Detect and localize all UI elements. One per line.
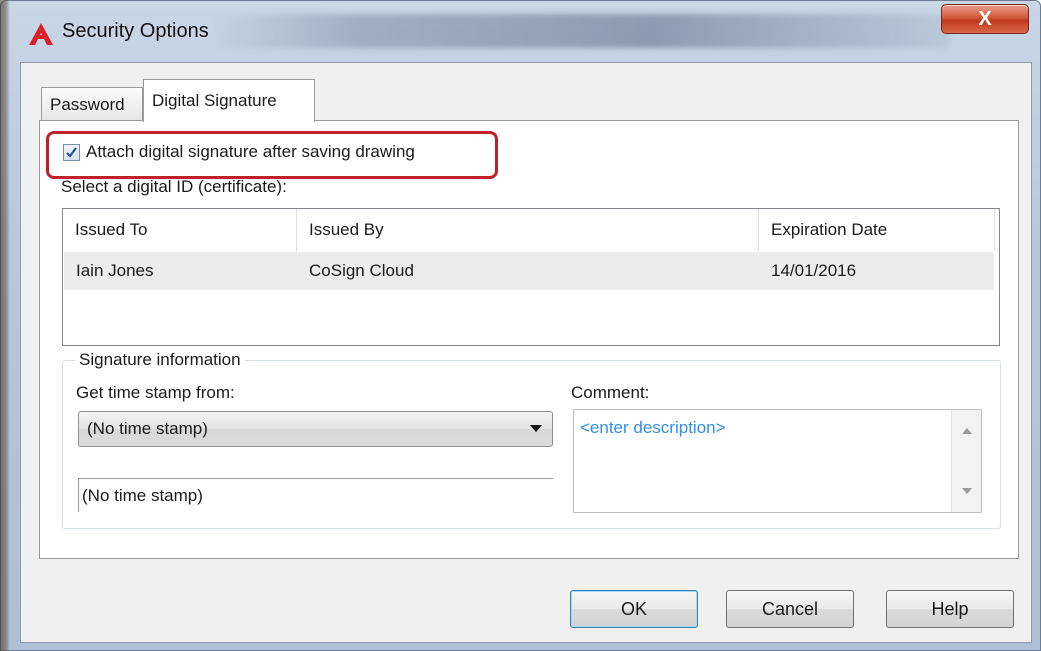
cell-expiration-date: 14/01/2016 — [771, 261, 857, 280]
title-bar[interactable]: Security Options X — [10, 0, 1040, 62]
column-header-label: Issued By — [309, 220, 384, 239]
table-row[interactable]: Iain Jones CoSign Cloud 14/01/2016 — [64, 252, 994, 290]
scroll-up-icon[interactable] — [962, 428, 972, 434]
attach-signature-label: Attach digital signature after saving dr… — [86, 142, 415, 161]
blurred-background-content — [210, 14, 950, 48]
comment-placeholder: <enter description> — [580, 418, 726, 437]
attach-signature-checkbox-row[interactable]: Attach digital signature after saving dr… — [63, 142, 415, 162]
column-header-label: Issued To — [75, 220, 148, 239]
tab-label: Password — [50, 94, 125, 114]
column-header-expiration-date[interactable]: Expiration Date — [759, 209, 995, 251]
timestamp-display-text: (No time stamp) — [82, 485, 203, 505]
timestamp-select[interactable]: (No time stamp) — [78, 411, 553, 447]
column-header-issued-to[interactable]: Issued To — [63, 209, 297, 251]
help-button[interactable]: Help — [886, 590, 1014, 628]
column-header-label: Expiration Date — [771, 220, 888, 239]
select-id-label: Select a digital ID (certificate): — [61, 177, 287, 196]
tab-digital-signature[interactable]: Digital Signature — [143, 79, 315, 122]
window-title: Security Options — [62, 20, 209, 42]
timestamp-label: Get time stamp from: — [76, 383, 235, 402]
cancel-button[interactable]: Cancel — [726, 590, 854, 628]
timestamp-selected-value: (No time stamp) — [87, 419, 208, 438]
close-icon: X — [978, 7, 992, 30]
comment-textarea[interactable]: <enter description> — [573, 409, 982, 513]
ok-button[interactable]: OK — [570, 590, 698, 628]
timestamp-display-field: (No time stamp) — [78, 478, 553, 512]
close-button[interactable]: X — [941, 4, 1029, 34]
certificate-table[interactable]: Issued To Issued By Expiration Date Iain… — [62, 208, 1000, 346]
column-header-issued-by[interactable]: Issued By — [297, 209, 759, 251]
cell-issued-to: Iain Jones — [76, 261, 154, 280]
cell-issued-by: CoSign Cloud — [309, 261, 414, 280]
checkmark-icon — [66, 146, 77, 158]
background-shadow — [0, 0, 10, 651]
comment-label: Comment: — [571, 383, 650, 402]
chevron-down-icon — [530, 425, 542, 432]
tab-label: Digital Signature — [152, 91, 277, 110]
signature-information-legend: Signature information — [75, 350, 245, 370]
attach-signature-checkbox[interactable] — [63, 143, 80, 161]
autocad-a-icon — [29, 23, 53, 45]
dialog-client-area: Password Digital Signature Attach digita… — [20, 62, 1032, 643]
scroll-down-icon[interactable] — [962, 488, 972, 494]
comment-scrollbar[interactable] — [951, 410, 981, 512]
tab-password[interactable]: Password — [41, 87, 143, 121]
